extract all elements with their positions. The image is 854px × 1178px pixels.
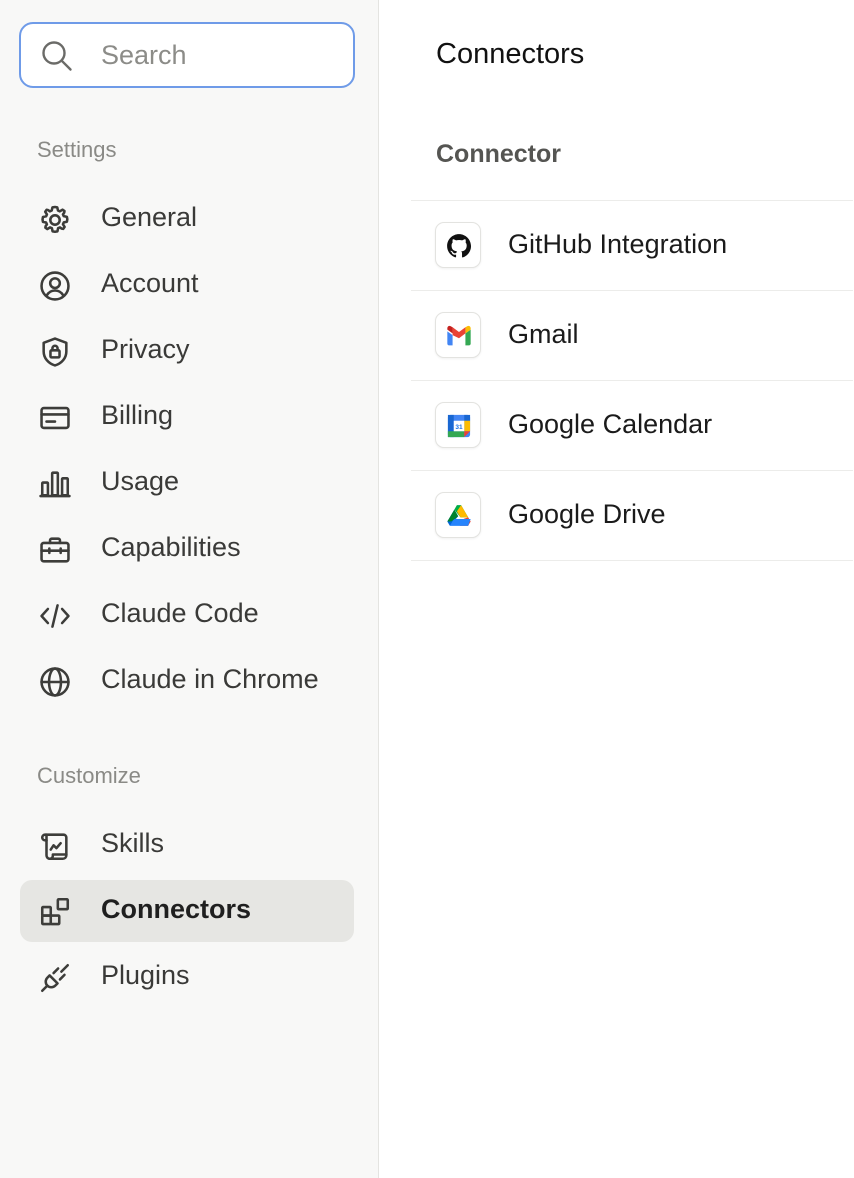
plug-icon [40,963,70,993]
sidebar-item-capabilities[interactable]: Capabilities [20,518,354,580]
sidebar-item-label: Account [101,268,199,298]
section-label-customize: Customize [37,763,141,788]
connector-logo [435,222,481,268]
sidebar-item-skills[interactable]: Skills [20,814,354,876]
globe-icon [40,667,70,697]
connector-list: GitHub Integration Gmail 31 Google Calen… [411,200,853,561]
sidebar-item-general[interactable]: General [20,188,354,250]
google-calendar-icon: 31 [447,414,471,438]
gmail-icon [447,325,471,346]
connector-name: Google Calendar [508,409,713,439]
sidebar-item-label: Claude Code [101,598,259,628]
scroll-icon [40,833,68,861]
sidebar-item-label: Capabilities [101,532,241,562]
page-title: Connectors [436,38,585,70]
sidebar-item-account[interactable]: Account [20,254,354,316]
sidebar-item-label: Billing [101,400,174,430]
search-icon [42,41,72,71]
code-icon [40,604,70,628]
google-drive-icon [447,505,471,526]
credit-card-icon [40,406,70,430]
user-circle-icon [40,271,70,301]
sidebar-item-plugins[interactable]: Plugins [20,946,354,1008]
sidebar-item-claude-in-chrome[interactable]: Claude in Chrome [20,650,354,712]
connector-name: Gmail [508,319,579,349]
sidebar-item-label: Claude in Chrome [101,664,319,694]
blocks-icon [40,897,70,926]
connector-logo [435,312,481,358]
calendar-day-label: 31 [455,424,463,431]
search-box[interactable] [19,22,355,88]
sidebar-item-label: Connectors [101,894,252,924]
sidebar-item-label: Usage [101,466,180,496]
connector-name: GitHub Integration [508,229,728,259]
briefcase-icon [40,537,70,563]
github-icon [447,234,472,258]
main-content: Connectors Connector GitHub Integration [379,0,854,1178]
sidebar-item-label: General [101,202,198,232]
section-label-settings: Settings [37,137,117,162]
gear-icon [41,205,69,234]
sidebar-item-billing[interactable]: Billing [20,386,354,448]
column-header-connector: Connector [436,140,561,168]
connector-row-google-drive[interactable]: Google Drive [411,471,853,561]
connector-name: Google Drive [508,499,666,529]
sidebar-item-label: Privacy [101,334,190,364]
sidebar-item-privacy[interactable]: Privacy [20,320,354,382]
connector-row-github[interactable]: GitHub Integration [411,201,853,291]
connector-logo [435,492,481,538]
sidebar: Settings General Account [0,0,379,1178]
search-input[interactable] [101,34,341,76]
settings-window: Settings General Account [0,0,854,1178]
sidebar-item-usage[interactable]: Usage [20,452,354,514]
connector-logo: 31 [435,402,481,448]
sidebar-item-claude-code[interactable]: Claude Code [20,584,354,646]
shield-lock-icon [42,337,68,367]
bar-chart-icon [39,471,71,498]
sidebar-item-label: Skills [101,828,165,858]
sidebar-item-label: Plugins [101,960,190,990]
connector-row-gmail[interactable]: Gmail [411,291,853,381]
connector-row-google-calendar[interactable]: 31 Google Calendar [411,381,853,471]
sidebar-item-connectors[interactable]: Connectors [20,880,354,942]
